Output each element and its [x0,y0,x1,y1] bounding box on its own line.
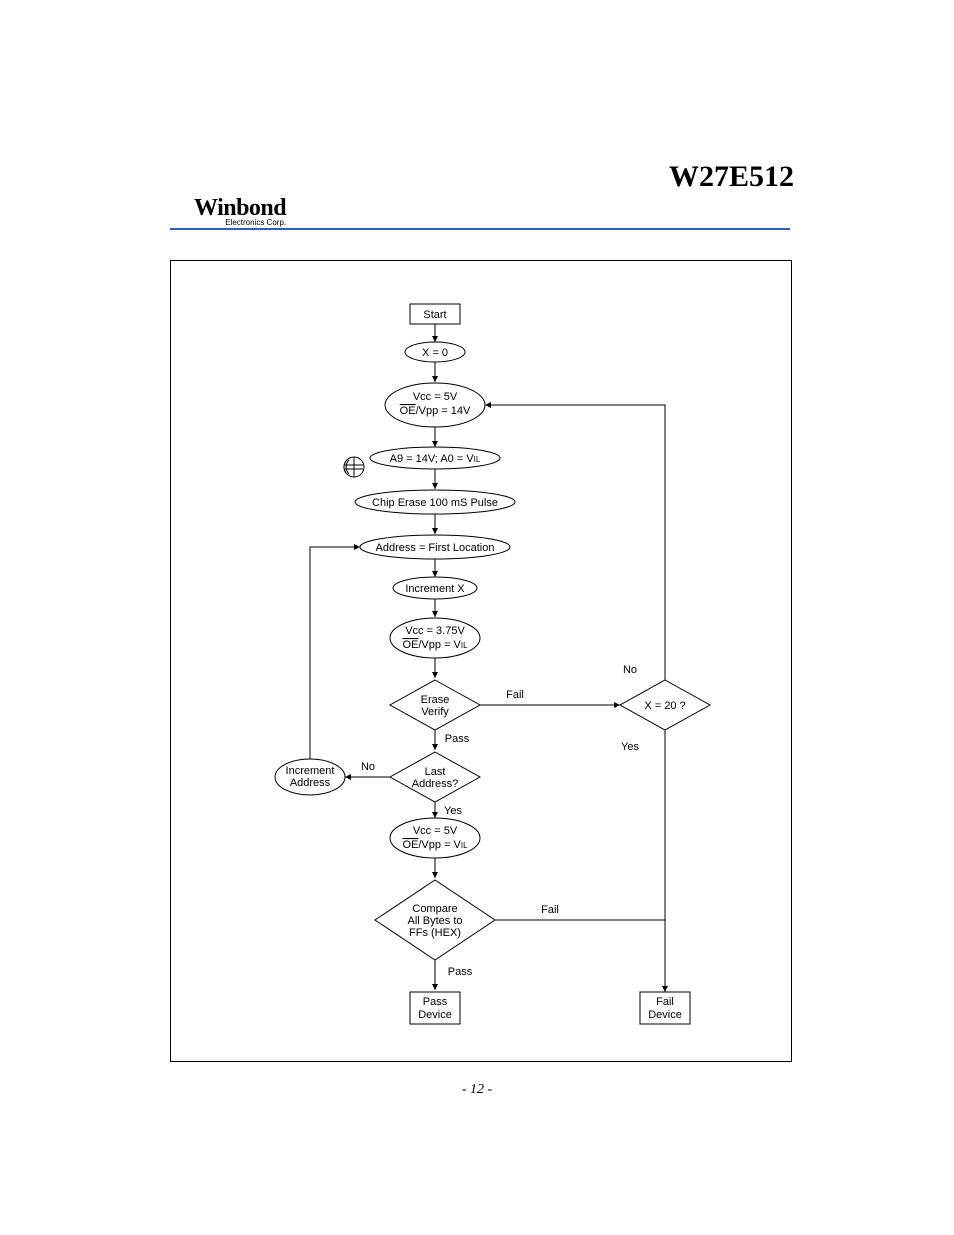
node-a9: A9 = 14V; A0 = VIL [390,453,481,465]
node-addr-first: Address = First Location [376,542,495,554]
node-x20: X = 20 ? [644,700,685,712]
x20-no: No [623,664,637,676]
ev-l2: Verify [421,706,449,718]
node-start: Start [423,309,446,321]
pass-dev-l1: Pass [423,996,448,1008]
ev-l1: Erase [421,694,450,706]
flowchart: Start X = 0 Vcc = 5V OE/Vpp = 14V A9 = 1… [170,260,790,1060]
ia-l1: Increment [286,765,335,777]
cmp-l2: All Bytes to [407,915,462,927]
fail-dev-l1: Fail [656,996,674,1008]
node-x0: X = 0 [422,347,448,359]
node-erase-pulse: Chip Erase 100 mS Pulse [372,497,498,509]
la-no: No [361,761,375,773]
la-l1: Last [425,766,446,778]
vcc5b-l1: Vcc = 5V [413,825,458,837]
cmp-pass: Pass [448,966,473,978]
ev-pass: Pass [445,733,470,745]
part-number: W27E512 [669,160,794,194]
ev-fail: Fail [506,689,524,701]
vcc375-l1: Vcc = 3.75V [405,625,465,637]
header-rule [170,228,790,230]
la-yes: Yes [444,805,462,817]
page-number: - 12 - [0,1082,954,1098]
cmp-fail: Fail [541,904,559,916]
ia-l2: Address [290,777,331,789]
cmp-l1: Compare [412,903,457,915]
pass-dev-l2: Device [418,1009,452,1021]
vcc5-line2: OE/Vpp = 14V [400,405,471,417]
node-incx: Increment X [405,583,465,595]
fail-dev-l2: Device [648,1009,682,1021]
cmp-l3: FFs (HEX) [409,927,461,939]
page: W27E512 Winbond Electronics Corp. Start [0,0,954,1235]
vcc5-line1: Vcc = 5V [413,391,458,403]
vcc375-l2: OE/Vpp = VIL [402,639,468,651]
la-l2: Address? [412,778,458,790]
x20-yes: Yes [621,741,639,753]
vcc5b-l2: OE/Vpp = VIL [402,839,468,851]
